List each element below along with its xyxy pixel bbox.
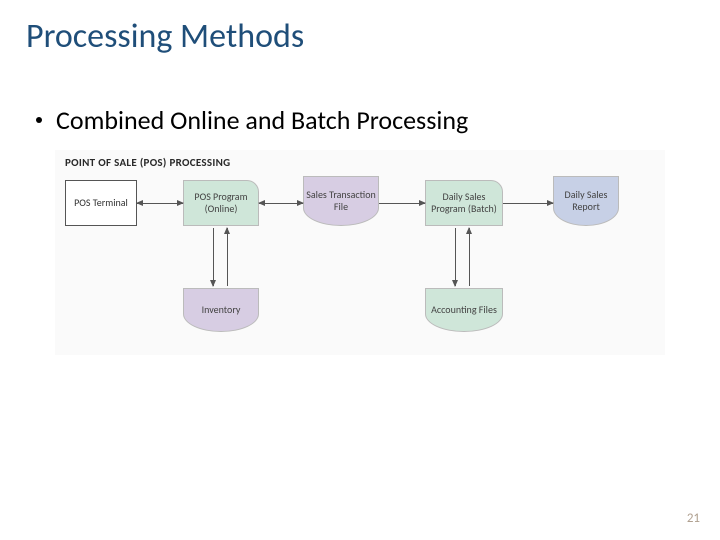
arrow-dailyprog-accounting-down <box>455 228 456 286</box>
node-daily-sales-program: Daily Sales Program (Batch) <box>425 180 503 226</box>
bullet-line: Combined Online and Batch Processing <box>36 104 468 136</box>
arrow-posprog-inventory-down <box>213 228 214 286</box>
pos-diagram: POINT OF SALE (POS) PROCESSING POS Termi… <box>55 150 665 355</box>
diagram-heading: POINT OF SALE (POS) PROCESSING <box>65 156 231 169</box>
arrow-posprog-salesfile <box>259 203 303 204</box>
bullet-dot-icon <box>36 117 42 123</box>
arrow-posterm-posprog <box>137 203 183 204</box>
arrow-posprog-inventory-up <box>227 228 228 286</box>
arrow-salesfile-dailyprog <box>379 203 425 204</box>
slide-title: Processing Methods <box>26 16 304 57</box>
node-daily-sales-report: Daily Sales Report <box>553 176 619 226</box>
node-pos-program: POS Program (Online) <box>183 180 259 226</box>
arrow-dailyprog-accounting-up <box>469 228 470 286</box>
node-accounting-files: Accounting Files <box>425 288 503 332</box>
node-sales-transaction-file: Sales Transaction File <box>303 176 379 226</box>
arrow-dailyprog-report <box>503 203 553 204</box>
page-number: 21 <box>687 511 700 526</box>
bullet-text: Combined Online and Batch Processing <box>56 104 468 136</box>
node-pos-terminal: POS Terminal <box>65 180 137 226</box>
node-inventory: Inventory <box>183 288 259 332</box>
